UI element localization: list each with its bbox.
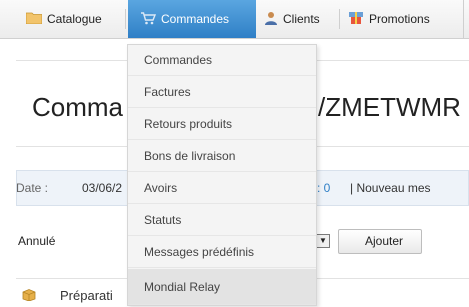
menu-item-retours-produits[interactable]: Retours produits <box>128 109 316 140</box>
menu-item-mondial-relay[interactable]: Mondial Relay <box>128 269 316 305</box>
date-label: Date : <box>16 181 49 195</box>
page-title: Comma <box>32 92 124 122</box>
tab-catalogue[interactable]: Catalogue <box>16 0 126 38</box>
tab-clients[interactable]: Clients <box>256 0 340 38</box>
menu-item-messages-predefinis[interactable]: Messages prédéfinis <box>128 237 316 268</box>
menu-item-commandes[interactable]: Commandes <box>128 45 316 76</box>
menu-item-statuts[interactable]: Statuts <box>128 205 316 236</box>
chevron-down-icon[interactable]: ▼ <box>316 234 330 248</box>
tab-promotions[interactable]: Promotions <box>340 0 462 38</box>
main-tab-bar: Catalogue Commandes Clients Promotions <box>0 0 469 39</box>
folder-icon <box>25 11 43 27</box>
tab-commandes[interactable]: Commandes <box>128 0 256 38</box>
menu-item-factures[interactable]: Factures <box>128 77 316 108</box>
tab-clients-label: Clients <box>283 12 320 26</box>
messages-count[interactable]: : 0 <box>317 181 330 195</box>
tab-promotions-label: Promotions <box>369 12 430 26</box>
tab-commandes-label: Commandes <box>161 12 230 26</box>
tab-next-edge[interactable] <box>463 0 469 38</box>
tab-separator <box>125 9 126 29</box>
tab-catalogue-label: Catalogue <box>47 12 102 26</box>
add-status-button[interactable]: Ajouter <box>338 229 422 254</box>
cart-icon <box>140 11 157 28</box>
order-status-select[interactable]: Annulé <box>16 230 128 252</box>
menu-item-bons-de-livraison[interactable]: Bons de livraison <box>128 141 316 172</box>
menu-item-avoirs[interactable]: Avoirs <box>128 173 316 204</box>
user-icon <box>264 11 278 28</box>
section-title: Préparati <box>60 288 113 303</box>
order-reference: /ZMETWMR <box>318 92 461 122</box>
new-message-link[interactable]: | Nouveau mes <box>350 181 431 195</box>
date-value: 03/06/2 <box>82 181 123 195</box>
commandes-dropdown-menu: Commandes Factures Retours produits Bons… <box>127 44 317 306</box>
box-icon <box>22 288 36 302</box>
discount-icon <box>348 11 364 28</box>
